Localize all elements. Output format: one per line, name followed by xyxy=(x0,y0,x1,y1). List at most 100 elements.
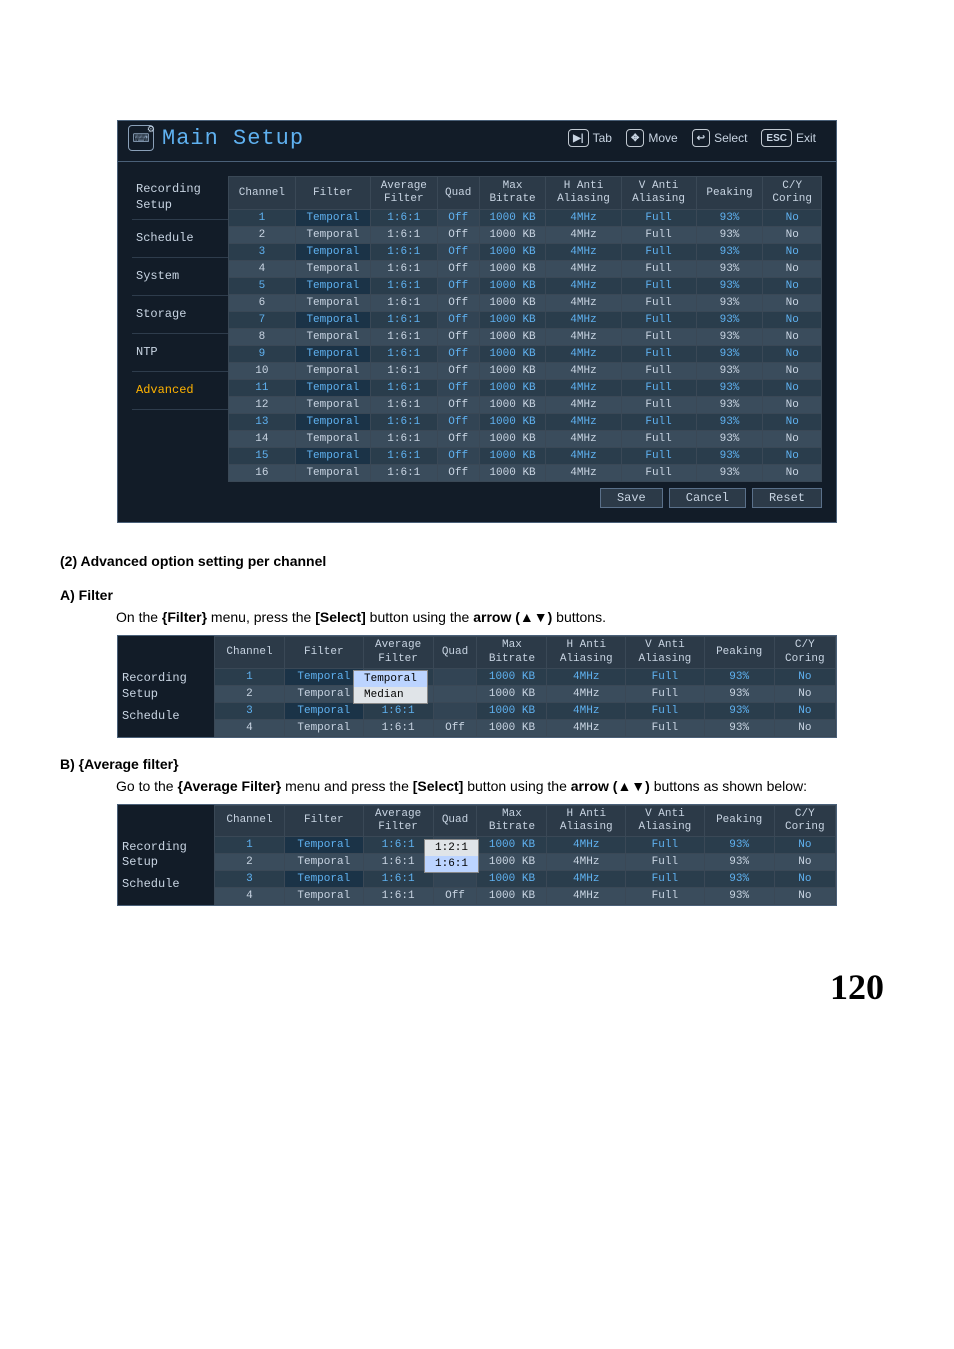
cell[interactable]: Full xyxy=(621,414,696,431)
cell[interactable]: 3 xyxy=(229,244,296,261)
cell[interactable]: Off xyxy=(437,380,479,397)
cell[interactable]: 1 xyxy=(215,668,285,685)
cell[interactable]: Full xyxy=(621,312,696,329)
cell[interactable]: 4MHz xyxy=(547,888,626,905)
filter-dropdown[interactable]: TemporalMedian xyxy=(353,670,428,704)
cell[interactable]: No xyxy=(774,719,835,736)
cell[interactable]: No xyxy=(763,431,822,448)
cell[interactable]: 1:6:1 xyxy=(363,837,433,854)
sidebar-item[interactable]: Schedule xyxy=(118,874,214,896)
cell[interactable]: 1:6:1 xyxy=(363,702,433,719)
dropdown-option[interactable]: 1:6:1 xyxy=(425,856,478,872)
cell[interactable]: 7 xyxy=(229,312,296,329)
cell[interactable]: Full xyxy=(621,278,696,295)
cell[interactable]: 93% xyxy=(704,702,774,719)
cell[interactable]: 1:6:1 xyxy=(363,888,433,905)
cell[interactable]: 93% xyxy=(696,363,763,380)
cell[interactable]: 1:6:1 xyxy=(370,380,437,397)
cell[interactable]: 1000 KB xyxy=(479,295,546,312)
save-button[interactable]: Save xyxy=(600,488,663,508)
cell[interactable]: Off xyxy=(437,329,479,346)
sidebar-item[interactable]: Recording Setup xyxy=(118,668,214,705)
cell[interactable]: Temporal xyxy=(295,448,370,465)
cell[interactable]: 1000 KB xyxy=(479,244,546,261)
avgfilter-dropdown[interactable]: 1:2:11:6:1 xyxy=(424,839,479,873)
cell[interactable]: 4MHz xyxy=(547,854,626,871)
cell[interactable]: 93% xyxy=(704,837,774,854)
cell[interactable]: 4MHz xyxy=(546,329,621,346)
cell[interactable]: 1:6:1 xyxy=(363,871,433,888)
cell[interactable]: 1:6:1 xyxy=(370,329,437,346)
cell[interactable]: Full xyxy=(621,261,696,278)
cell[interactable]: 93% xyxy=(696,448,763,465)
cell[interactable]: 4MHz xyxy=(546,363,621,380)
cell[interactable]: 1:6:1 xyxy=(370,465,437,482)
cell[interactable]: No xyxy=(763,295,822,312)
cell[interactable]: 93% xyxy=(704,668,774,685)
cell[interactable]: 12 xyxy=(229,397,296,414)
cell[interactable]: No xyxy=(763,261,822,278)
cell[interactable]: 93% xyxy=(696,329,763,346)
cell[interactable]: 93% xyxy=(704,719,774,736)
cell[interactable]: 1:6:1 xyxy=(370,295,437,312)
cell[interactable]: Temporal xyxy=(295,210,370,227)
cell[interactable]: 4MHz xyxy=(546,380,621,397)
cell[interactable]: 93% xyxy=(704,685,774,702)
cell[interactable]: 1:6:1 xyxy=(363,719,433,736)
cancel-button[interactable]: Cancel xyxy=(669,488,746,508)
cell[interactable]: 2 xyxy=(215,685,285,702)
cell[interactable]: 93% xyxy=(696,295,763,312)
cell[interactable]: Off xyxy=(437,312,479,329)
cell[interactable]: 4MHz xyxy=(546,465,621,482)
cell[interactable]: Full xyxy=(626,837,705,854)
cell[interactable]: 1 xyxy=(215,837,285,854)
cell[interactable]: 4MHz xyxy=(547,719,626,736)
cell[interactable]: No xyxy=(774,668,835,685)
cell[interactable]: No xyxy=(763,227,822,244)
cell[interactable]: Temporal xyxy=(295,346,370,363)
cell[interactable]: Temporal xyxy=(295,431,370,448)
cell[interactable]: 1000 KB xyxy=(479,329,546,346)
cell[interactable]: Temporal xyxy=(295,465,370,482)
cell[interactable]: Temporal xyxy=(295,261,370,278)
cell[interactable]: Off xyxy=(433,719,477,736)
cell[interactable]: Full xyxy=(621,244,696,261)
cell[interactable]: Temporal xyxy=(284,668,363,685)
cell[interactable]: 1000 KB xyxy=(477,668,547,685)
cell[interactable]: 1:6:1 xyxy=(363,854,433,871)
dropdown-option[interactable]: Temporal xyxy=(354,671,427,687)
cell[interactable]: 93% xyxy=(696,278,763,295)
cell[interactable]: Full xyxy=(626,888,705,905)
cell[interactable]: Temporal xyxy=(295,312,370,329)
cell[interactable]: 15 xyxy=(229,448,296,465)
cell[interactable]: 93% xyxy=(696,414,763,431)
cell[interactable]: Temporal xyxy=(295,227,370,244)
cell[interactable]: No xyxy=(763,278,822,295)
cell[interactable]: 93% xyxy=(696,227,763,244)
cell[interactable]: 4MHz xyxy=(546,397,621,414)
cell[interactable]: Full xyxy=(621,329,696,346)
cell[interactable]: 1000 KB xyxy=(477,871,547,888)
cell[interactable]: 4MHz xyxy=(547,668,626,685)
cell[interactable]: Off xyxy=(437,465,479,482)
cell[interactable]: 6 xyxy=(229,295,296,312)
cell[interactable]: 1000 KB xyxy=(479,465,546,482)
cell[interactable]: 1000 KB xyxy=(479,448,546,465)
cell[interactable]: No xyxy=(763,414,822,431)
cell[interactable]: No xyxy=(763,465,822,482)
cell[interactable]: 2 xyxy=(229,227,296,244)
sidebar-item[interactable]: Recording Setup xyxy=(132,176,228,220)
cell[interactable]: Full xyxy=(621,363,696,380)
cell[interactable]: Full xyxy=(621,397,696,414)
cell[interactable]: 1:6:1 xyxy=(370,244,437,261)
dropdown-option[interactable]: Median xyxy=(354,687,427,703)
cell[interactable]: 1:6:1 xyxy=(370,431,437,448)
cell[interactable]: 1:6:1 xyxy=(370,346,437,363)
sidebar-item[interactable]: Schedule xyxy=(118,706,214,728)
cell[interactable]: Temporal xyxy=(295,397,370,414)
cell[interactable]: Full xyxy=(626,854,705,871)
sidebar-item[interactable]: NTP xyxy=(132,334,228,372)
cell[interactable]: 4MHz xyxy=(546,210,621,227)
cell[interactable]: 93% xyxy=(696,380,763,397)
cell[interactable]: Temporal xyxy=(284,837,363,854)
